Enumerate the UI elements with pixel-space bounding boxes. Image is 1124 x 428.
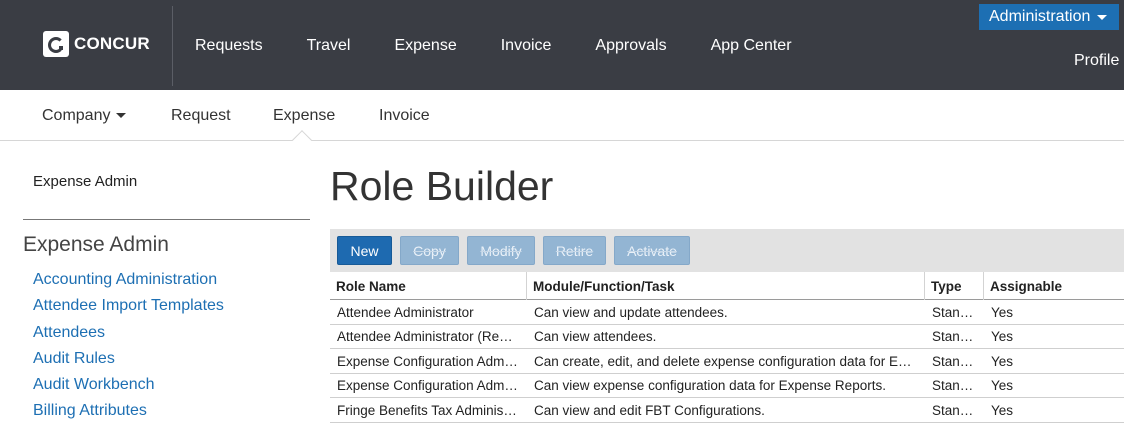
header-divider (172, 6, 173, 86)
chevron-down-icon (116, 113, 127, 119)
role-name-cell: Fringe Benefits Tax Adminis… (330, 398, 527, 422)
sidebar-link-audit-rules[interactable]: Audit Rules (33, 349, 224, 375)
subnav-request[interactable]: Request (171, 107, 231, 125)
modify-button[interactable]: Modify (467, 236, 535, 265)
table-row[interactable]: Expense Configuration Adm… Can view expe… (330, 374, 1124, 399)
assignable-value: Yes (991, 329, 1014, 345)
administration-label: Administration (989, 8, 1091, 25)
profile-link[interactable]: Profile (1074, 52, 1119, 70)
type-cell: Stan… (925, 374, 984, 398)
assignable-value: Yes (991, 353, 1014, 369)
task-cell: Can view expense configuration data for … (527, 374, 925, 398)
type-cell: Stan… (925, 300, 984, 324)
sidebar-link-accounting-administration[interactable]: Accounting Administration (33, 270, 224, 296)
assignable-value: Yes (991, 304, 1014, 320)
column-header-type[interactable]: Type (925, 272, 984, 300)
nav-expense[interactable]: Expense (394, 37, 456, 55)
assignable-cell: Yes (984, 300, 1124, 324)
type-cell: Stan… (925, 349, 984, 373)
sidebar-heading: Expense Admin (23, 233, 169, 256)
role-type: Stan… (932, 353, 974, 369)
nav-app-center[interactable]: App Center (711, 37, 792, 55)
copy-button[interactable]: Copy (400, 236, 459, 265)
task-description: Can view attendees. (534, 329, 657, 345)
subnav-invoice[interactable]: Invoice (379, 107, 430, 125)
concur-logo[interactable]: CONCUR (43, 31, 150, 57)
column-header-module-function-task[interactable]: Module/Function/Task (527, 272, 925, 300)
table-row[interactable]: Expense Configuration Adm… Can create, e… (330, 349, 1124, 374)
sidebar-link-attendee-import-templates[interactable]: Attendee Import Templates (33, 296, 224, 322)
role-name: Expense Configuration Adm… (337, 378, 518, 394)
main-nav: Requests Travel Expense Invoice Approval… (195, 37, 836, 55)
role-name: Fringe Benefits Tax Adminis… (337, 402, 517, 418)
role-type: Stan… (932, 378, 974, 394)
type-cell: Stan… (925, 398, 984, 422)
role-name: Attendee Administrator (337, 304, 474, 320)
assignable-cell: Yes (984, 325, 1124, 349)
table-row[interactable]: Fringe Benefits Tax Adminis… Can view an… (330, 398, 1124, 423)
task-cell: Can create, edit, and delete expense con… (527, 349, 925, 373)
role-name: Expense Configuration Adm… (337, 353, 518, 369)
assignable-cell: Yes (984, 398, 1124, 422)
nav-requests[interactable]: Requests (195, 37, 263, 55)
assignable-cell: Yes (984, 349, 1124, 373)
page-title: Role Builder (330, 163, 554, 209)
logo-text: CONCUR (74, 34, 150, 53)
nav-travel[interactable]: Travel (307, 37, 351, 55)
role-name: Attendee Administrator (Re… (337, 329, 513, 345)
sidebar-links: Accounting Administration Attendee Impor… (33, 270, 224, 428)
task-description: Can view and update attendees. (534, 304, 728, 320)
role-name-cell: Attendee Administrator (330, 300, 527, 324)
column-header-role-name[interactable]: Role Name (330, 272, 527, 300)
task-cell: Can view and edit FBT Configurations. (527, 398, 925, 422)
task-description: Can view and edit FBT Configurations. (534, 402, 765, 418)
subnav-expense[interactable]: Expense (273, 107, 335, 125)
assignable-value: Yes (991, 378, 1014, 394)
type-cell: Stan… (925, 325, 984, 349)
task-cell: Can view and update attendees. (527, 300, 925, 324)
table-row[interactable]: Attendee Administrator (Re… Can view att… (330, 325, 1124, 350)
role-name-cell: Attendee Administrator (Re… (330, 325, 527, 349)
concur-logo-icon (43, 31, 69, 57)
sidebar-link-audit-workbench[interactable]: Audit Workbench (33, 375, 224, 401)
chevron-down-icon (1097, 14, 1108, 20)
assignable-value: Yes (991, 402, 1014, 418)
task-cell: Can view attendees. (527, 325, 925, 349)
top-header: CONCUR Requests Travel Expense Invoice A… (0, 0, 1124, 90)
retire-button[interactable]: Retire (543, 236, 606, 265)
administration-menu-button[interactable]: Administration (979, 4, 1119, 30)
role-name-cell: Expense Configuration Adm… (330, 374, 527, 398)
sub-nav: Company Request Expense Invoice (0, 90, 1124, 141)
table-row[interactable]: Attendee Administrator Can view and upda… (330, 300, 1124, 325)
new-button[interactable]: New (337, 236, 392, 265)
table-header: Role Name Module/Function/Task Type Assi… (330, 272, 1124, 300)
sidebar-link-billing-attributes[interactable]: Billing Attributes (33, 401, 224, 427)
role-type: Stan… (932, 329, 974, 345)
sidebar-link-attendees[interactable]: Attendees (33, 323, 224, 349)
nav-invoice[interactable]: Invoice (501, 37, 552, 55)
nav-approvals[interactable]: Approvals (595, 37, 666, 55)
role-name-cell: Expense Configuration Adm… (330, 349, 527, 373)
activate-button[interactable]: Activate (614, 236, 690, 265)
role-type: Stan… (932, 402, 974, 418)
sidebar-divider (23, 219, 310, 220)
task-description: Can create, edit, and delete expense con… (534, 353, 912, 369)
column-header-assignable[interactable]: Assignable (984, 272, 1124, 300)
task-description: Can view expense configuration data for … (534, 378, 886, 394)
assignable-cell: Yes (984, 374, 1124, 398)
role-type: Stan… (932, 304, 974, 320)
sidebar-title[interactable]: Expense Admin (33, 173, 137, 190)
roles-table: Role Name Module/Function/Task Type Assi… (330, 272, 1124, 423)
subnav-company[interactable]: Company (42, 107, 127, 125)
subnav-company-label: Company (42, 107, 111, 124)
role-toolbar: New Copy Modify Retire Activate (330, 229, 1124, 272)
